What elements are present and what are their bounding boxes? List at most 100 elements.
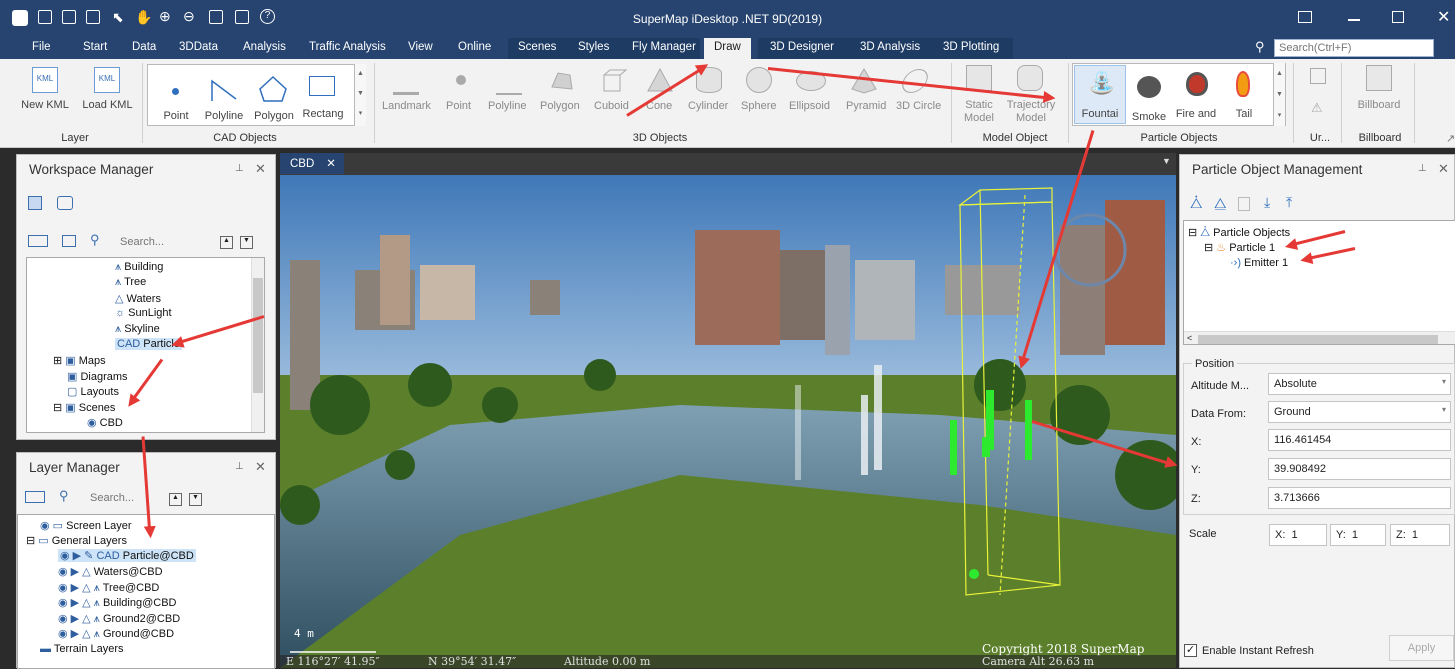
export-icon[interactable]: ⤒ xyxy=(1286,194,1292,211)
close-button[interactable]: ✕ xyxy=(1437,7,1450,27)
apply-button[interactable]: Apply xyxy=(1389,635,1454,661)
cad-polyline-button[interactable]: Polyline xyxy=(201,110,247,122)
cad-point-button[interactable]: Point xyxy=(158,110,194,122)
smoke-button[interactable]: Smoke xyxy=(1128,111,1170,122)
x-input[interactable]: 116.461454 xyxy=(1268,429,1451,451)
layer-item-ground2[interactable]: ◉ ▶ △ ⩚ Ground2@CBD xyxy=(58,612,180,626)
cylinder-button[interactable]: Cylinder xyxy=(688,100,728,112)
new-icon[interactable] xyxy=(62,10,76,24)
pin-icon[interactable]: ⊥ xyxy=(235,163,244,174)
ur-tool-2-icon[interactable]: ⚠ xyxy=(1311,100,1323,116)
particle-1-node[interactable]: ⊟ ♨ Particle 1 xyxy=(1204,241,1275,254)
cursor-icon[interactable]: ⬉ xyxy=(112,9,124,26)
sphere-button[interactable]: Sphere xyxy=(741,100,776,112)
tree-scrollbar-thumb[interactable] xyxy=(253,278,263,393)
delete-icon[interactable] xyxy=(1238,197,1250,211)
particle-objects-node[interactable]: ⊟ ⧊ Particle Objects xyxy=(1188,226,1290,240)
altitude-mode-select[interactable]: Absolute ▾ xyxy=(1268,373,1451,395)
menu-data[interactable]: Data xyxy=(132,41,156,53)
static-model-label-1[interactable]: Static xyxy=(960,99,998,111)
tree-item-sunlight[interactable]: ☼ SunLight xyxy=(115,307,172,319)
3d-polyline-button[interactable]: Polyline xyxy=(488,100,527,112)
menu-online[interactable]: Online xyxy=(458,41,491,53)
tree-item-tree[interactable]: ⩚ Tree xyxy=(115,276,146,289)
collapse-up-icon[interactable]: ▲ xyxy=(220,236,233,249)
fire-and-smoke-button[interactable]: Fire and xyxy=(1172,108,1220,120)
y-input[interactable]: 39.908492 xyxy=(1268,458,1451,480)
cad-polygon-button[interactable]: Polygon xyxy=(251,110,297,122)
horizontal-scrollbar[interactable]: < xyxy=(1184,331,1455,344)
zoom-out-icon[interactable]: ⊖ xyxy=(183,8,195,25)
load-kml-button[interactable]: Load KML xyxy=(80,99,135,111)
eye-icon[interactable]: ◉ ▶ ✎ CAD xyxy=(60,550,123,562)
particle-gallery-scroll[interactable]: ▲ ▼ ▾ xyxy=(1273,63,1285,126)
menu-draw[interactable]: Draw xyxy=(704,38,751,59)
instant-refresh-checkbox[interactable]: ✓ xyxy=(1184,644,1197,657)
eye-icon[interactable]: ◉ ▶ △ ⩚ xyxy=(58,628,103,640)
close-panel-icon[interactable]: ✕ xyxy=(1438,161,1449,177)
layer-item-waters[interactable]: ◉ ▶ △ Waters@CBD xyxy=(58,565,163,578)
new-kml-button[interactable]: New KML xyxy=(20,99,70,111)
layer-item-terrain[interactable]: ▬ Terrain Layers xyxy=(40,643,124,655)
menu-file[interactable]: File xyxy=(32,41,51,53)
maximize-button[interactable] xyxy=(1392,11,1404,23)
billboard-button[interactable]: Billboard xyxy=(1354,99,1404,111)
3d-circle-button[interactable]: 3D Circle xyxy=(896,100,941,112)
menu-3d-designer[interactable]: 3D Designer xyxy=(770,41,834,53)
eye-icon[interactable]: ◉ ▶ △ ⩚ xyxy=(58,597,103,609)
eye-icon[interactable]: ◉ ▶ △ xyxy=(58,566,94,578)
scrollbar-thumb[interactable] xyxy=(1198,335,1438,344)
eye-icon[interactable]: ◉ ▭ xyxy=(40,520,66,532)
tree-item-scenes[interactable]: ⊟ ▣ Scenes xyxy=(53,401,115,414)
save-workspace-icon[interactable] xyxy=(62,235,76,247)
workspace-search-input[interactable] xyxy=(120,234,215,250)
minimize-button[interactable] xyxy=(1348,19,1360,21)
scene-tab[interactable]: CBD ✕ xyxy=(280,153,344,174)
open-workspace-icon[interactable] xyxy=(28,235,48,247)
tree-item-building[interactable]: ⩚ Building xyxy=(115,261,163,274)
collapse-down-icon[interactable]: ▼ xyxy=(240,236,253,249)
3d-polygon-button[interactable]: Polygon xyxy=(540,100,580,112)
layer-item-screen[interactable]: ◉ ▭ Screen Layer xyxy=(40,519,132,532)
menu-scenes[interactable]: Scenes xyxy=(518,41,556,53)
fountain-button[interactable]: Fountai xyxy=(1076,108,1124,120)
tree-item-skyline[interactable]: ⩚ Skyline xyxy=(115,323,160,336)
menu-start[interactable]: Start xyxy=(83,41,107,53)
layer-item-tree[interactable]: ◉ ▶ △ ⩚ Tree@CBD xyxy=(58,581,159,595)
tree-item-maps[interactable]: ⊞ ▣ Maps xyxy=(53,354,106,367)
ribbon-collapse-icon[interactable]: ↗ xyxy=(1446,132,1455,145)
emitter-1-node[interactable]: ·›) Emitter 1 xyxy=(1230,257,1288,269)
help-icon[interactable]: ? xyxy=(260,9,275,24)
scale-y-input[interactable]: Y: 1 xyxy=(1330,524,1386,546)
eye-icon[interactable]: ◉ ▶ △ ⩚ xyxy=(58,582,103,594)
layer-item-building[interactable]: ◉ ▶ △ ⩚ Building@CBD xyxy=(58,596,176,610)
ribbon-toggle-icon[interactable] xyxy=(1298,11,1312,23)
pan-icon[interactable]: ✋ xyxy=(135,9,152,26)
menu-styles[interactable]: Styles xyxy=(578,41,609,53)
collapse-up-icon[interactable]: ▲ xyxy=(169,493,182,506)
tree-item-layouts[interactable]: ▢ Layouts xyxy=(67,385,119,398)
trajectory-model-label-2[interactable]: Model xyxy=(1003,112,1059,124)
scroll-left-icon[interactable]: < xyxy=(1187,333,1192,343)
close-tab-icon[interactable]: ✕ xyxy=(326,158,336,170)
landmark-button[interactable]: Landmark xyxy=(382,100,431,112)
menu-3d-analysis[interactable]: 3D Analysis xyxy=(860,41,920,53)
save-icon[interactable] xyxy=(38,10,52,24)
layer-search-input[interactable] xyxy=(90,490,170,506)
static-model-label-2[interactable]: Model xyxy=(960,112,998,124)
import-icon[interactable]: ⤓ xyxy=(1264,194,1270,211)
pyramid-button[interactable]: Pyramid xyxy=(846,100,886,112)
data-from-select[interactable]: Ground ▾ xyxy=(1268,401,1451,423)
eye-icon[interactable]: ◉ ▶ △ ⩚ xyxy=(58,613,103,625)
cad-rectangle-button[interactable]: Rectang xyxy=(302,108,344,120)
menu-analysis[interactable]: Analysis xyxy=(243,41,286,53)
zoom-in-icon[interactable]: ⊕ xyxy=(159,8,171,25)
add-particle-icon[interactable]: ⧊ xyxy=(1190,195,1203,212)
workspace-resource-tab-icon[interactable] xyxy=(57,196,73,210)
menu-fly-manager[interactable]: Fly Manager xyxy=(632,41,696,53)
pin-icon[interactable]: ⊥ xyxy=(235,461,244,472)
ur-tool-1-icon[interactable] xyxy=(1310,68,1326,84)
layer-style-icon[interactable] xyxy=(25,491,45,503)
full-extent-icon[interactable] xyxy=(209,10,223,24)
tree-item-cbd[interactable]: ◉ CBD xyxy=(87,416,123,429)
